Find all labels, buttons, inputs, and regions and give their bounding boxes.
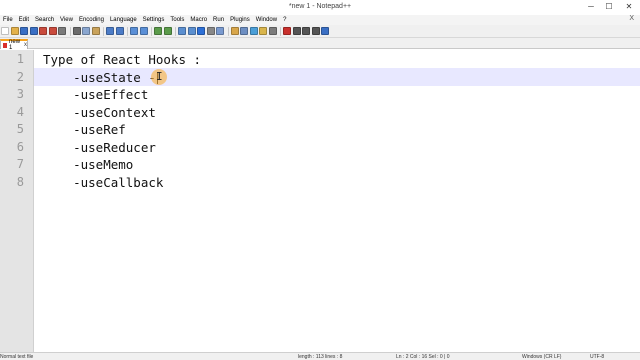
code-line-text: -useMemo — [43, 157, 134, 172]
menu-help[interactable]: ? — [280, 17, 289, 23]
save-macro-icon[interactable] — [321, 27, 329, 35]
replace-icon[interactable] — [139, 27, 148, 35]
toolbar-separator — [280, 26, 281, 36]
ibeam-cursor-icon: I — [156, 70, 163, 83]
menu-settings[interactable]: Settings — [140, 17, 168, 23]
menu-window[interactable]: Window — [253, 17, 280, 23]
menu-encoding[interactable]: Encoding — [76, 17, 107, 23]
toolbar-separator — [175, 26, 176, 36]
line-number: 1 — [16, 52, 24, 66]
code-line[interactable]: -useCallback — [43, 174, 163, 192]
code-line-text: -useReducer — [43, 139, 156, 155]
print-icon[interactable] — [58, 27, 66, 35]
toolbar — [0, 25, 640, 38]
toolbar-separator — [227, 26, 229, 36]
text-editor[interactable]: Type of React Hooks : -useState - -useEf… — [34, 50, 640, 352]
code-line[interactable]: Type of React Hooks : — [43, 51, 201, 69]
find-icon[interactable] — [130, 27, 138, 35]
line-number: 8 — [16, 174, 24, 189]
lang-icon[interactable] — [230, 27, 239, 35]
record-macro-icon[interactable] — [283, 27, 291, 35]
code-line-text: -useEffect — [43, 87, 149, 102]
play-macro-icon[interactable] — [302, 27, 310, 35]
code-line[interactable]: -useRef — [43, 121, 126, 139]
stop-record-icon[interactable] — [292, 27, 301, 35]
status-position: Ln : 2 Col : 16 Sel : 0 | 0 — [396, 354, 450, 360]
tab-close-icon[interactable]: x — [24, 42, 27, 48]
code-line[interactable]: -useEffect — [43, 86, 148, 104]
menu-plugins[interactable]: Plugins — [227, 17, 253, 23]
status-file-type: Normal text file — [0, 354, 34, 360]
window-title: *new 1 - Notepad++ — [288, 3, 352, 10]
menu-run[interactable]: Run — [210, 17, 227, 23]
code-line[interactable]: -useContext — [43, 104, 156, 122]
line-number: 3 — [16, 87, 24, 101]
close-document-button[interactable]: X — [629, 15, 634, 22]
toolbar-separator — [69, 26, 71, 36]
code-line-text: -useRef — [43, 122, 126, 137]
line-number: 5 — [16, 122, 24, 136]
toolbar-separator — [127, 26, 128, 36]
show-all-chars-icon[interactable] — [206, 27, 215, 35]
copy-icon[interactable] — [82, 27, 90, 35]
menu-view[interactable]: View — [57, 17, 76, 23]
minimize-button[interactable]: ─ — [586, 2, 596, 12]
code-line-text: -useContext — [43, 104, 156, 120]
code-line-text: -useState — [43, 69, 141, 85]
doc-map-icon[interactable] — [240, 27, 248, 35]
code-line-text: Type of React Hooks : — [43, 52, 202, 67]
close-icon[interactable] — [39, 27, 47, 35]
status-bar: Normal text file length : 113 lines : 8 … — [0, 352, 640, 360]
save-all-icon[interactable] — [29, 27, 38, 35]
menu-bar: File Edit Search View Encoding Language … — [0, 15, 640, 25]
menu-language[interactable]: Language — [107, 17, 140, 23]
line-number: 4 — [16, 104, 24, 119]
line-number-gutter: 1 2 3 4 5 6 7 8 — [0, 50, 34, 352]
folder-as-workspace-icon[interactable] — [259, 27, 267, 35]
undo-icon[interactable] — [106, 27, 114, 35]
maximize-button[interactable]: ☐ — [604, 2, 614, 12]
run-macro-multiple-icon[interactable] — [311, 27, 320, 35]
menu-macro[interactable]: Macro — [187, 17, 210, 23]
monitoring-icon[interactable] — [268, 27, 277, 35]
status-eol: Windows (CR LF) — [522, 354, 562, 360]
zoom-in-icon[interactable] — [154, 27, 162, 35]
code-line[interactable]: -useState - — [43, 69, 158, 87]
menu-search[interactable]: Search — [32, 17, 57, 23]
unsaved-icon — [3, 42, 8, 48]
tab-bar: new 1 x — [0, 38, 640, 51]
code-line-text: -useCallback — [43, 174, 164, 190]
toolbar-separator — [103, 26, 104, 36]
indent-guide-icon[interactable] — [216, 27, 224, 35]
paste-icon[interactable] — [91, 27, 100, 35]
title-bar: *new 1 - Notepad++ ─ ☐ ✕ — [0, 0, 640, 15]
menu-edit[interactable]: Edit — [16, 17, 32, 23]
menu-file[interactable]: File — [0, 17, 16, 23]
redo-icon[interactable] — [115, 27, 124, 35]
toolbar-separator — [151, 26, 152, 36]
open-file-icon[interactable] — [10, 27, 19, 35]
code-line[interactable]: -useMemo — [43, 156, 133, 174]
sync-vertical-icon[interactable] — [178, 27, 186, 35]
word-wrap-icon[interactable] — [197, 27, 205, 35]
function-list-icon[interactable] — [249, 27, 258, 35]
line-number: 6 — [16, 139, 24, 154]
new-file-icon[interactable] — [1, 27, 9, 35]
menu-tools[interactable]: Tools — [167, 17, 187, 23]
line-number: 7 — [16, 157, 24, 171]
line-number: 2 — [16, 69, 24, 84]
close-all-icon[interactable] — [48, 27, 57, 35]
cut-icon[interactable] — [72, 27, 81, 35]
save-icon[interactable] — [20, 27, 28, 35]
status-encoding: UTF-8 — [590, 354, 605, 360]
zoom-out-icon[interactable] — [163, 27, 172, 35]
code-line[interactable]: -useReducer — [43, 139, 156, 157]
tab-new-1[interactable]: new 1 x — [0, 39, 28, 51]
close-window-button[interactable]: ✕ — [624, 2, 634, 12]
sync-horizontal-icon[interactable] — [187, 27, 196, 35]
status-length: length : 113 lines : 8 — [298, 354, 343, 360]
